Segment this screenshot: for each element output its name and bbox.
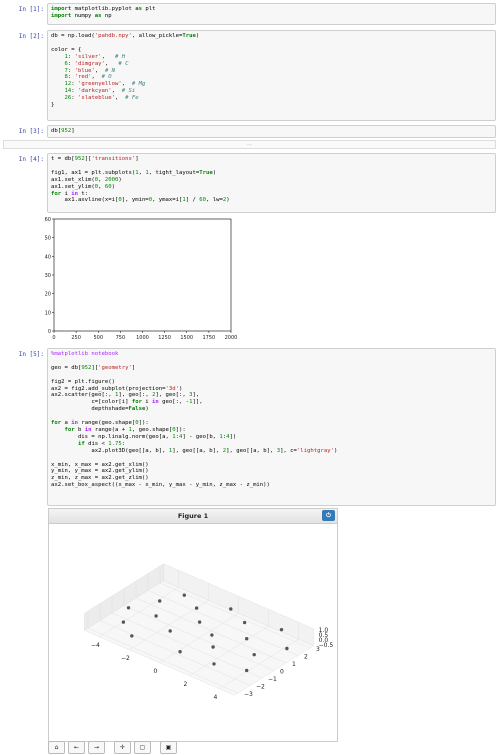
- atom-point: [279, 627, 284, 632]
- y-tick-label: −3: [244, 691, 253, 698]
- x-tick-label: 1750: [203, 335, 216, 341]
- y-tick-label: −1: [268, 676, 277, 683]
- x-tick-label: 250: [71, 335, 81, 341]
- cell-1[interactable]: In [1]: import matplotlib.pyplot as plt …: [0, 3, 499, 25]
- x-tick-label: 0: [52, 335, 55, 341]
- code-editor[interactable]: %matplotlib notebook geo = db[952]['geom…: [47, 348, 496, 506]
- figure-title-bar: Figure 1 ⏻: [49, 509, 337, 524]
- cell-4[interactable]: In [4]: t = db[952]['transitions'] fig1,…: [0, 153, 499, 343]
- code-editor[interactable]: db[952]: [47, 125, 496, 138]
- x-tick-label: 750: [116, 335, 126, 341]
- plot-frame: [53, 218, 232, 332]
- atom-point: [182, 593, 186, 597]
- power-icon[interactable]: ⏻: [322, 510, 335, 521]
- atom-point: [130, 634, 134, 638]
- y-tick-label: 40: [45, 254, 51, 260]
- forward-icon[interactable]: →: [88, 741, 105, 754]
- x-tick-label: −4: [91, 642, 100, 649]
- z-tick-label: 1.0: [319, 627, 329, 634]
- home-icon[interactable]: ⌂: [48, 741, 65, 754]
- atom-point: [210, 633, 214, 637]
- x-tick-label: 1000: [136, 335, 149, 341]
- y-tick-label: 1: [292, 661, 296, 668]
- cell-prompt: In [3]:: [18, 128, 44, 135]
- atom-point: [121, 620, 126, 624]
- figure-title: Figure 1: [177, 512, 209, 520]
- y-tick-label: −2: [256, 684, 265, 691]
- x-tick-label: 1250: [158, 335, 171, 341]
- atom-point: [126, 606, 131, 610]
- x-tick-label: 500: [93, 335, 103, 341]
- atom-point: [242, 620, 247, 625]
- x-tick-label: 2: [183, 681, 187, 688]
- cell-2[interactable]: In [2]: db = np.load('pahdb.npy', allow_…: [0, 30, 499, 122]
- code-text: t = db[952]['transitions'] fig1, ax1 = p…: [51, 156, 230, 204]
- y-tick-label: 2: [304, 654, 308, 661]
- atom-point: [197, 620, 202, 624]
- y-tick-label: 0: [48, 329, 51, 335]
- collapsed-output[interactable]: ...: [3, 140, 496, 149]
- cell-prompt: In [1]:: [18, 6, 44, 13]
- atom-point: [178, 650, 182, 654]
- code-editor[interactable]: import matplotlib.pyplot as plt import n…: [47, 3, 496, 25]
- atom-point: [194, 606, 199, 610]
- x-tick-label: 4: [213, 694, 217, 701]
- code-text: %matplotlib notebook geo = db[952]['geom…: [51, 351, 338, 489]
- atom-point: [285, 646, 289, 651]
- atom-point: [158, 599, 162, 603]
- pan-icon[interactable]: ✛: [114, 741, 131, 754]
- atom-point: [168, 629, 172, 633]
- atom-point: [245, 637, 249, 641]
- figure-widget[interactable]: Figure 1 ⏻ −4 −2 0 2 4 −3 −2 −1 0 1 2 3 −0.5 0.0 0.5 1.…: [48, 508, 338, 742]
- transitions-chart: 0 250 500 750 1000 1250 1500 1750 2000 0 10 20 30 40 5…: [45, 217, 238, 341]
- x-tick-label: 0: [153, 668, 157, 675]
- zoom-rect-icon[interactable]: ▢: [134, 741, 151, 754]
- save-icon[interactable]: ▣: [160, 741, 177, 754]
- y-tick-label: 10: [45, 310, 51, 316]
- ellipsis-text: ...: [247, 141, 252, 147]
- cell-prompt: In [5]:: [18, 351, 44, 358]
- figure-toolbar: ⌂ ← → ✛ ▢ ▣: [48, 741, 177, 754]
- scatter3d-chart[interactable]: −4−2024 −3−2−10123−0.50.00.51.0: [49, 524, 337, 740]
- code-editor[interactable]: db = np.load('pahdb.npy', allow_pickle=T…: [47, 30, 496, 121]
- cell-prompt: In [2]:: [18, 33, 44, 40]
- y-tick-label: 60: [45, 217, 51, 223]
- x-tick-label: 2000: [225, 335, 238, 341]
- x-tick-label: −2: [121, 655, 130, 662]
- y-tick-label: 0: [280, 669, 284, 676]
- code-text: db[952]: [51, 128, 75, 134]
- back-icon[interactable]: ←: [68, 741, 85, 754]
- atom-point: [252, 652, 256, 657]
- atom-point: [229, 607, 233, 611]
- y-tick-label: 50: [45, 236, 51, 242]
- atom-point: [212, 662, 216, 666]
- code-editor[interactable]: t = db[952]['transitions'] fig1, ax1 = p…: [47, 153, 496, 213]
- code-text: import matplotlib.pyplot as plt import n…: [51, 6, 156, 19]
- y-tick-label: 30: [45, 273, 51, 279]
- cell-prompt: In [4]:: [18, 156, 44, 163]
- y-tick-label: 20: [45, 292, 51, 298]
- code-text: db = np.load('pahdb.npy', allow_pickle=T…: [51, 33, 200, 109]
- atom-point: [211, 645, 215, 649]
- atom-point: [245, 668, 249, 673]
- atom-point: [154, 614, 158, 618]
- x-tick-label: 1500: [180, 335, 193, 341]
